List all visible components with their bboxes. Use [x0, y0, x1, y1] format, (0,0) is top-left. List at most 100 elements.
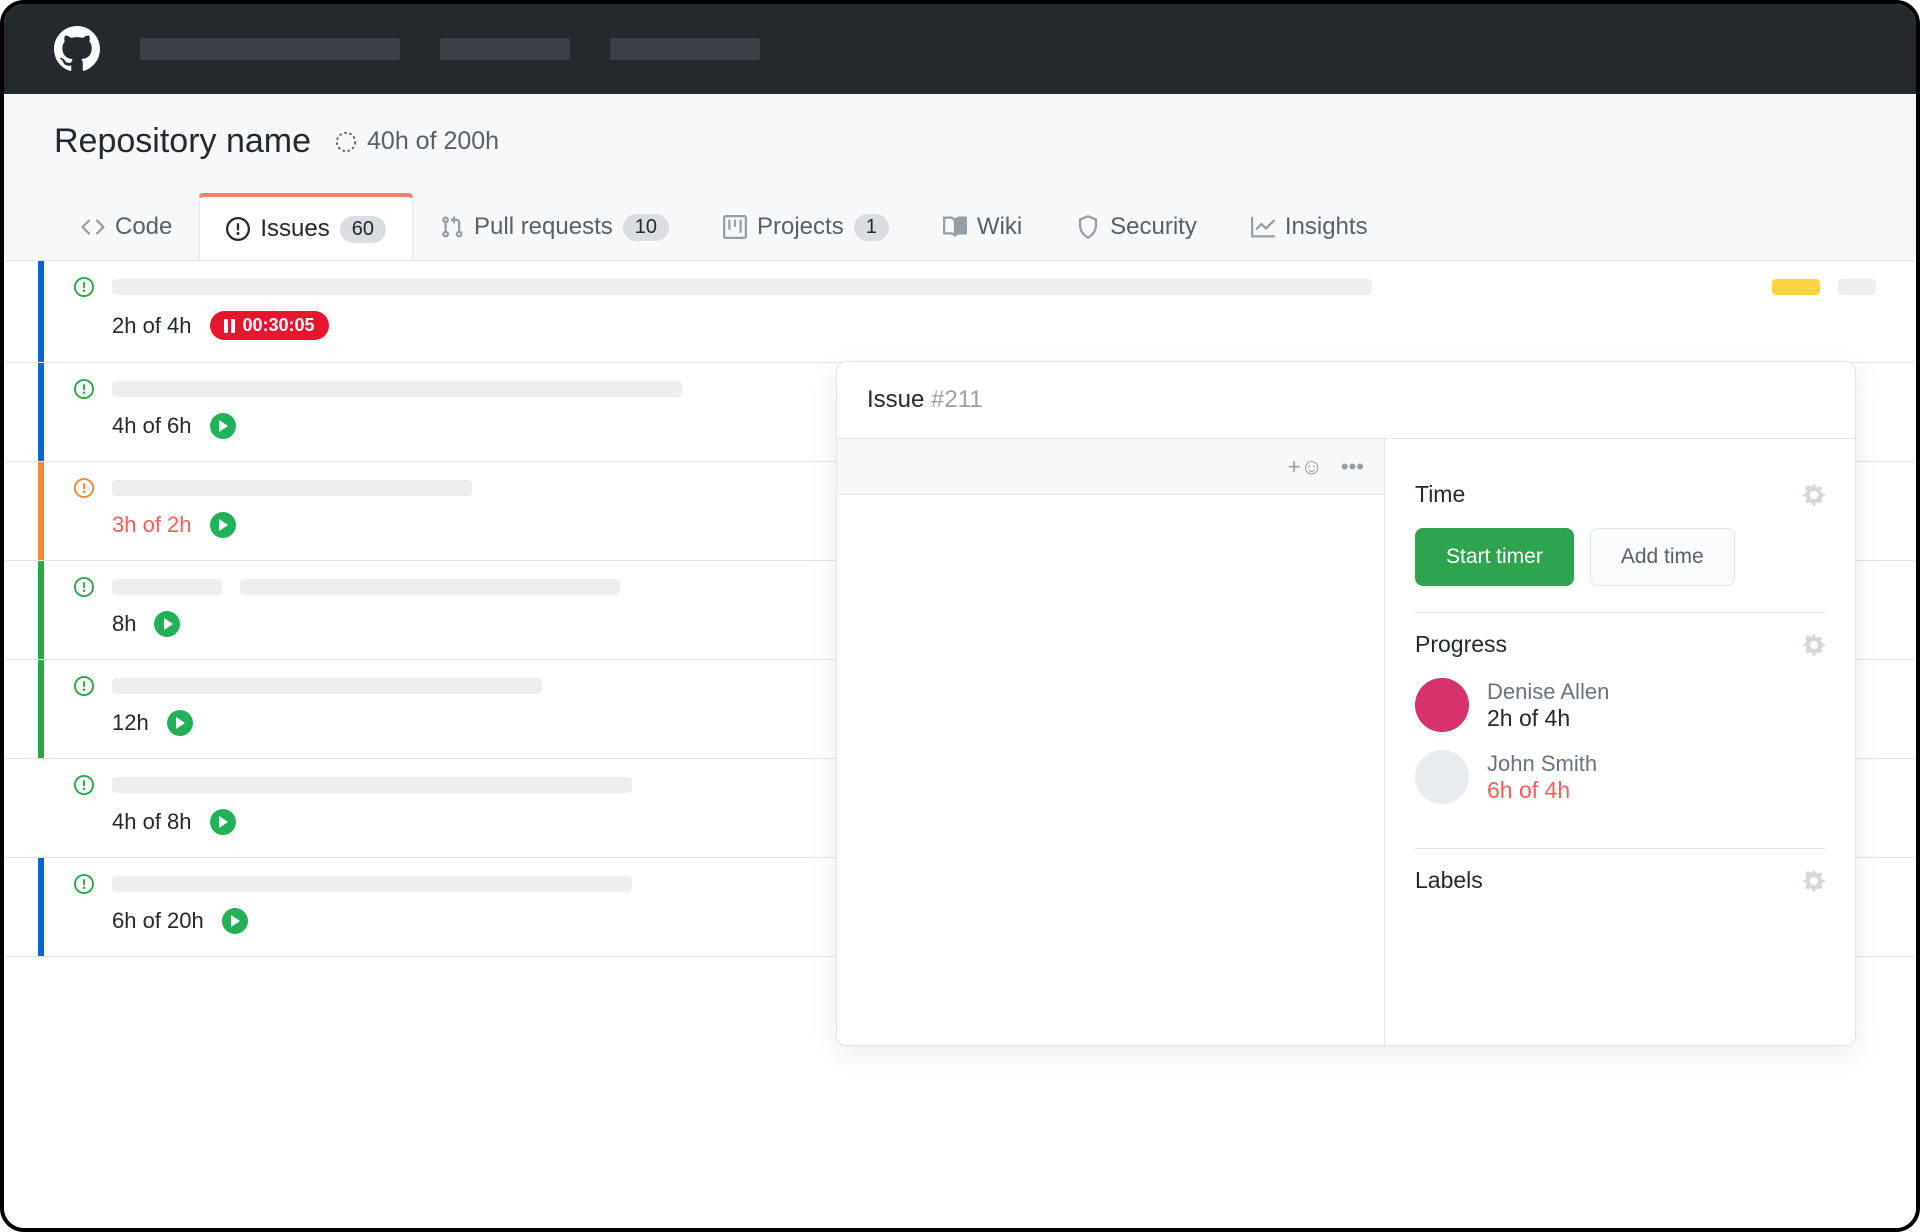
tab-security[interactable]: Security	[1049, 193, 1224, 260]
issue-time: 4h of 6h	[112, 413, 192, 439]
person-time: 2h of 4h	[1487, 705, 1609, 732]
play-button[interactable]	[210, 413, 236, 439]
play-button[interactable]	[210, 809, 236, 835]
book-icon	[943, 215, 967, 239]
status-stripe	[38, 462, 44, 560]
title-placeholder	[240, 579, 620, 595]
issue-time: 6h of 20h	[112, 908, 204, 934]
tab-wiki[interactable]: Wiki	[916, 193, 1049, 260]
add-time-button[interactable]: Add time	[1590, 528, 1735, 586]
tab-count: 60	[340, 216, 386, 243]
tab-code[interactable]: Code	[54, 193, 199, 260]
status-stripe	[38, 261, 44, 362]
topbar	[4, 4, 1916, 94]
title-placeholder	[112, 876, 632, 892]
title-placeholder	[112, 279, 1372, 295]
title-placeholder	[112, 579, 222, 595]
tab-insights[interactable]: Insights	[1224, 193, 1395, 260]
section-title: Labels	[1415, 867, 1483, 894]
nav-placeholder	[610, 38, 760, 60]
status-stripe	[38, 363, 44, 461]
panel-title-prefix: Issue	[867, 386, 931, 413]
pause-icon	[224, 319, 235, 333]
status-stripe	[38, 561, 44, 659]
clock-icon	[335, 131, 357, 153]
issue-row[interactable]: 2h of 4h 00:30:05	[4, 261, 1916, 363]
section-time: Time Start timer Add time	[1415, 463, 1825, 613]
play-button[interactable]	[167, 710, 193, 736]
avatar	[1415, 750, 1469, 804]
repo-budget-text: 40h of 200h	[367, 127, 499, 156]
tab-label: Issues	[260, 215, 329, 243]
nav-placeholder	[440, 38, 570, 60]
running-timer-badge[interactable]: 00:30:05	[210, 311, 329, 340]
graph-icon	[1251, 215, 1275, 239]
repo-header: Repository name 40h of 200h Code Issues …	[4, 94, 1916, 260]
label-placeholder	[1772, 279, 1820, 295]
progress-person: Denise Allen2h of 4h	[1415, 678, 1825, 732]
github-logo-icon[interactable]	[54, 26, 100, 72]
section-progress: Progress Denise Allen2h of 4h John Smith6…	[1415, 613, 1825, 849]
issue-detail-panel: Issue #211 +☺ ••• Time	[836, 361, 1856, 1046]
gear-icon[interactable]	[1803, 870, 1825, 892]
avatar	[1415, 678, 1469, 732]
issue-open-icon	[74, 874, 94, 894]
issue-open-icon	[74, 577, 94, 597]
play-button[interactable]	[210, 512, 236, 538]
sidebar: Time Start timer Add time Progress	[1385, 439, 1855, 1045]
tab-label: Insights	[1285, 213, 1368, 241]
pull-request-icon	[440, 215, 464, 239]
tab-label: Code	[115, 213, 172, 241]
tab-count: 1	[854, 214, 889, 241]
status-stripe	[38, 660, 44, 758]
issue-icon	[226, 217, 250, 241]
progress-person: John Smith6h of 4h	[1415, 750, 1825, 804]
issue-time: 12h	[112, 710, 149, 736]
title-placeholder	[112, 777, 632, 793]
shield-icon	[1076, 215, 1100, 239]
issue-time: 2h of 4h	[112, 313, 192, 339]
code-icon	[81, 215, 105, 239]
repo-name[interactable]: Repository name	[54, 122, 311, 161]
title-placeholder	[112, 678, 542, 694]
issue-open-icon	[74, 775, 94, 795]
section-labels: Labels	[1415, 849, 1825, 940]
panel-issue-number: #211	[931, 386, 983, 413]
play-button[interactable]	[222, 908, 248, 934]
tab-label: Security	[1110, 213, 1197, 241]
status-stripe	[38, 759, 44, 857]
section-title: Time	[1415, 481, 1465, 508]
tab-pull-requests[interactable]: Pull requests 10	[413, 193, 696, 260]
title-placeholder	[112, 480, 472, 496]
kebab-menu-icon[interactable]: •••	[1341, 454, 1364, 480]
issue-time: 3h of 2h	[112, 512, 192, 538]
person-name: Denise Allen	[1487, 679, 1609, 705]
tab-issues[interactable]: Issues 60	[199, 193, 413, 261]
tab-count: 10	[623, 214, 669, 241]
tab-label: Wiki	[977, 213, 1022, 241]
content-area: 2h of 4h 00:30:05 4h	[4, 260, 1916, 1232]
repo-time-budget: 40h of 200h	[335, 127, 499, 156]
status-stripe	[38, 858, 44, 956]
meta-placeholder	[1838, 279, 1876, 295]
start-timer-button[interactable]: Start timer	[1415, 528, 1574, 586]
panel-header: Issue #211	[837, 362, 1855, 439]
person-name: John Smith	[1487, 751, 1597, 777]
gear-icon[interactable]	[1803, 634, 1825, 656]
tab-projects[interactable]: Projects 1	[696, 193, 916, 260]
issue-time: 4h of 8h	[112, 809, 192, 835]
issue-time: 8h	[112, 611, 136, 637]
play-button[interactable]	[154, 611, 180, 637]
add-reaction-button[interactable]: +☺	[1288, 454, 1323, 480]
gear-icon[interactable]	[1803, 484, 1825, 506]
comment-area: +☺ •••	[837, 439, 1385, 1045]
comment-body[interactable]	[837, 495, 1384, 1045]
issue-open-icon	[74, 676, 94, 696]
nav-placeholder	[140, 38, 400, 60]
tab-label: Projects	[757, 213, 844, 241]
issue-open-icon	[74, 379, 94, 399]
section-title: Progress	[1415, 631, 1507, 658]
person-time: 6h of 4h	[1487, 777, 1597, 804]
repo-tabs: Code Issues 60 Pull requests 10 Projects…	[54, 193, 1866, 260]
timer-value: 00:30:05	[243, 315, 315, 336]
